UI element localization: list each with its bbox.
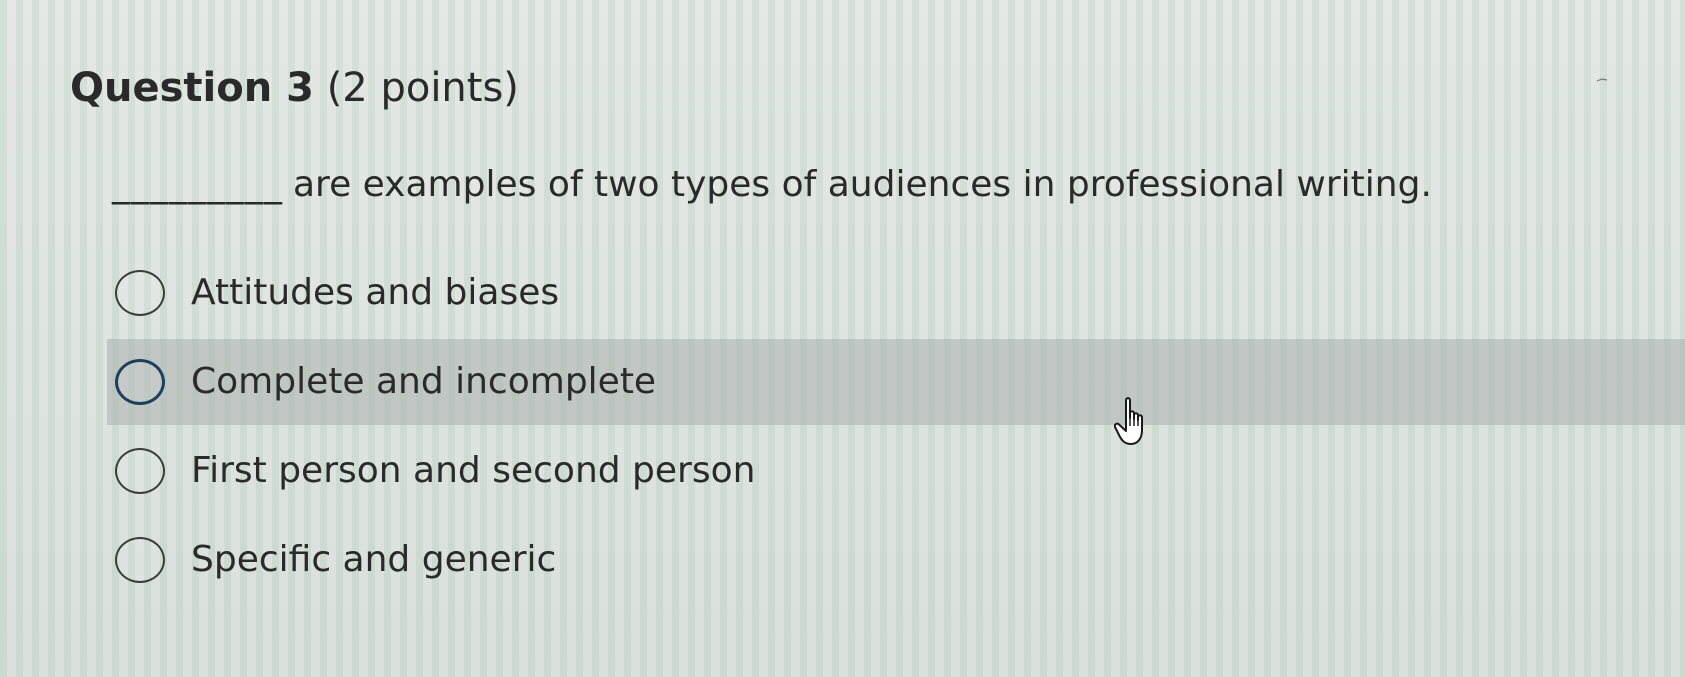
answer-option-label: Specific and generic [191, 539, 557, 580]
answer-option-first-second-person[interactable]: First person and second person [107, 428, 1685, 514]
radio-button[interactable] [115, 270, 165, 316]
question-prompt: _________ are examples of two types of au… [112, 160, 1432, 210]
radio-button[interactable] [115, 537, 165, 583]
hand-pointer-icon [1114, 397, 1143, 445]
answer-option-label: First person and second person [191, 450, 756, 491]
question-title: Question 3 (2 points) [70, 60, 519, 116]
answer-option-complete-incomplete[interactable]: Complete and incomplete [107, 339, 1685, 425]
screen-speck [1596, 78, 1608, 82]
radio-button[interactable] [115, 359, 165, 405]
question-number: Question 3 [70, 65, 314, 111]
answer-option-attitudes-biases[interactable]: Attitudes and biases [107, 250, 1685, 336]
answer-option-label: Attitudes and biases [191, 272, 560, 313]
answer-option-label: Complete and incomplete [191, 361, 657, 402]
answer-option-specific-generic[interactable]: Specific and generic [107, 517, 1685, 603]
radio-button[interactable] [115, 448, 165, 494]
question-text: are examples of two types of audiences i… [293, 164, 1432, 205]
fill-in-blank: _________ [112, 164, 283, 205]
question-points: (2 points) [326, 65, 519, 111]
